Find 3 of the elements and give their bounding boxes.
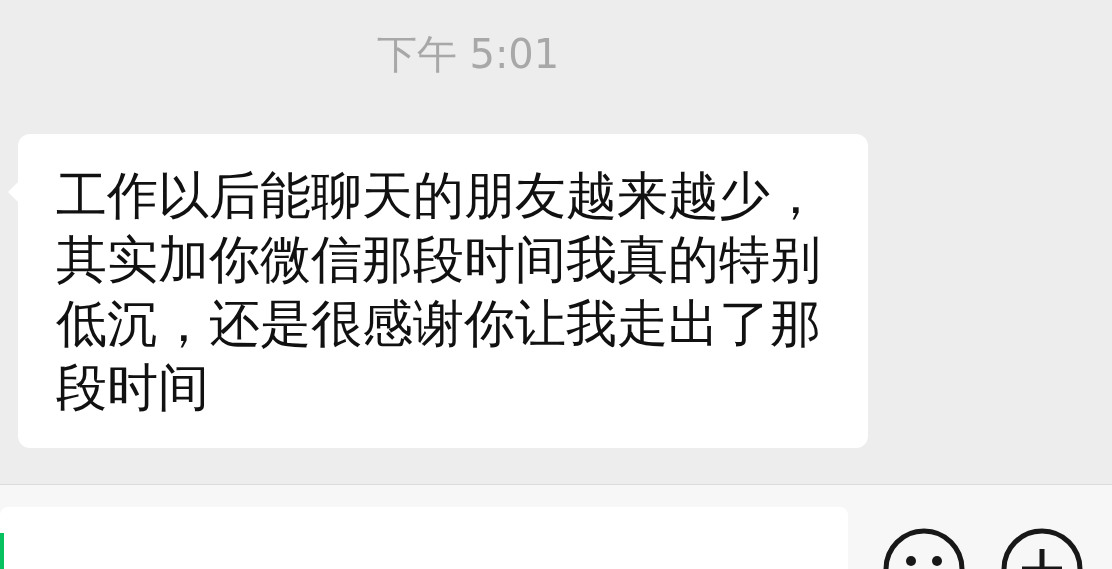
text-cursor (0, 533, 4, 569)
message-bubble: 工作以后能聊天的朋友越来越少，其实加你微信那段时间我真的特别低沉，还是很感谢你让我走出了那段时间 (18, 134, 868, 448)
timestamp: 下午 5:01 (375, 30, 561, 79)
